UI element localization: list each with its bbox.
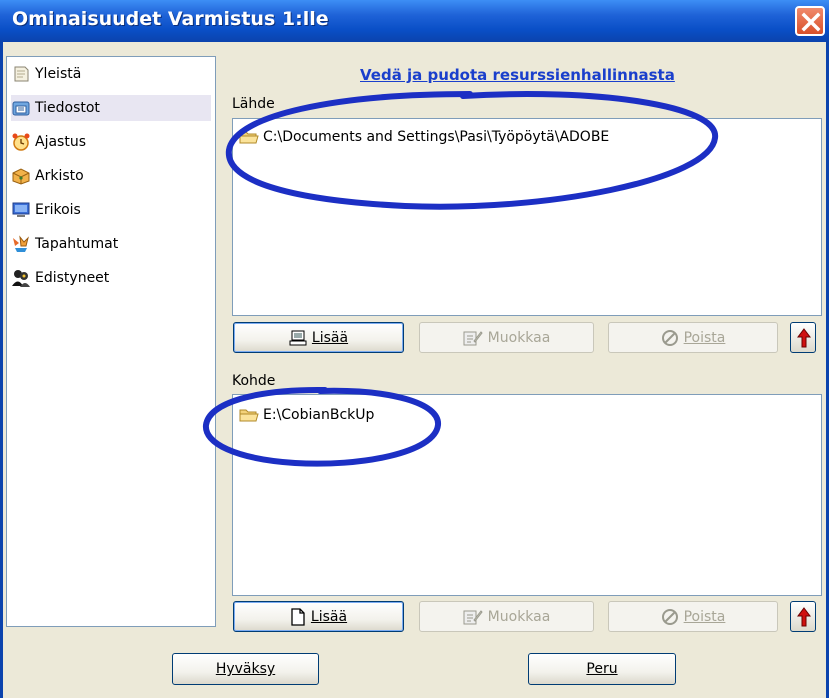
destination-list[interactable]: E:\CobianBckUp [232, 394, 822, 596]
sidebar-item-label: Erikois [35, 202, 81, 218]
folder-icon [239, 131, 259, 144]
source-edit-button[interactable]: Muokkaa [419, 322, 594, 353]
sidebar: Yleistä Tiedostot Ajastus Arkisto Erikoi… [6, 56, 216, 627]
no-entry-icon [661, 608, 678, 625]
list-item[interactable]: E:\CobianBckUp [239, 407, 374, 423]
new-document-icon [291, 607, 305, 626]
close-icon [801, 12, 821, 32]
destination-path: E:\CobianBckUp [263, 407, 375, 423]
sidebar-item-arkisto[interactable]: Arkisto [11, 163, 211, 189]
source-remove-label: Poista [683, 329, 726, 346]
no-entry-icon [661, 329, 678, 346]
events-icon [13, 235, 29, 252]
window-title: Ominaisuudet Varmistus 1:lle [12, 8, 329, 30]
sidebar-item-tapahtumat[interactable]: Tapahtumat [11, 231, 211, 257]
destination-edit-label: Muokkaa [487, 608, 551, 625]
sidebar-item-label: Yleistä [35, 66, 82, 82]
destination-remove-label: Poista [683, 608, 726, 625]
sidebar-item-label: Tiedostot [35, 100, 100, 116]
sidebar-item-tiedostot[interactable]: Tiedostot [11, 95, 211, 121]
monitor-icon [12, 202, 30, 217]
cancel-label: Peru [586, 661, 618, 677]
files-icon [12, 101, 30, 116]
ok-label: Hyväksy [215, 661, 276, 677]
drag-drop-explorer-link[interactable]: Vedä ja pudota resurssienhallinnasta [360, 66, 675, 84]
sidebar-item-yleista[interactable]: Yleistä [11, 61, 211, 87]
sidebar-item-label: Arkisto [35, 168, 84, 184]
edit-icon [463, 330, 483, 345]
close-button[interactable] [795, 6, 825, 36]
source-add-button[interactable]: Lisää [233, 322, 404, 353]
cancel-button[interactable]: Peru [528, 653, 676, 685]
up-arrow-icon [797, 607, 811, 627]
title-bar[interactable]: Ominaisuudet Varmistus 1:lle [0, 0, 829, 42]
source-label: Lähde [232, 96, 275, 112]
source-path: C:\Documents and Settings\Pasi\Työpöytä\… [263, 129, 610, 145]
source-edit-label: Muokkaa [487, 329, 551, 346]
source-remove-button[interactable]: Poista [608, 322, 778, 353]
sidebar-item-label: Ajastus [35, 134, 86, 150]
sidebar-item-erikois[interactable]: Erikois [11, 197, 211, 223]
source-add-label: Lisää [311, 329, 349, 346]
destination-add-button[interactable]: Lisää [233, 601, 404, 632]
sidebar-item-edistyneet[interactable]: Edistyneet [11, 265, 211, 291]
destination-remove-button[interactable]: Poista [608, 601, 778, 632]
list-item[interactable]: C:\Documents and Settings\Pasi\Työpöytä\… [239, 129, 609, 145]
sidebar-item-ajastus[interactable]: Ajastus [11, 129, 211, 155]
source-list[interactable]: C:\Documents and Settings\Pasi\Työpöytä\… [232, 118, 822, 316]
ok-button[interactable]: Hyväksy [172, 653, 319, 685]
sidebar-item-label: Tapahtumat [35, 236, 119, 252]
up-arrow-icon [797, 328, 811, 348]
folder-icon [239, 409, 259, 422]
source-move-up-button[interactable] [790, 322, 816, 353]
sidebar-item-label: Edistyneet [35, 270, 110, 286]
destination-move-up-button[interactable] [790, 601, 816, 632]
document-icon [14, 66, 29, 82]
edit-icon [463, 609, 483, 624]
advanced-users-icon [12, 270, 30, 287]
archive-box-icon [12, 168, 30, 185]
computer-icon [289, 330, 307, 345]
destination-add-label: Lisää [310, 608, 348, 625]
alarm-clock-icon [12, 133, 30, 151]
destination-edit-button[interactable]: Muokkaa [419, 601, 594, 632]
destination-label: Kohde [232, 373, 276, 389]
